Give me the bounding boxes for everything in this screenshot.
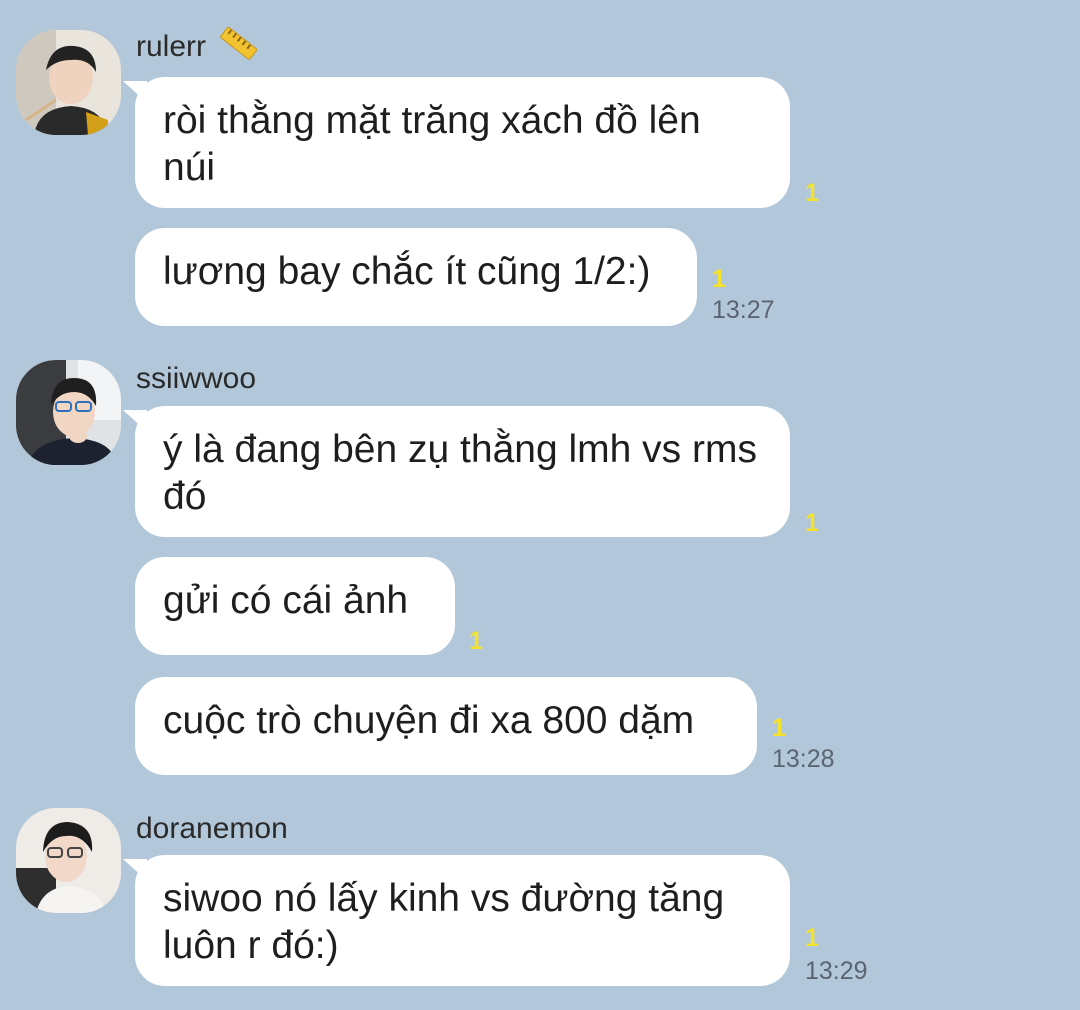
unread-count: 1 <box>805 179 819 207</box>
unread-count: 1 <box>772 714 786 742</box>
sender-name-ssiiwwoo: ssiiwwoo <box>136 362 256 396</box>
message-text: lương bay chắc ít cũng 1/2:) <box>163 250 651 293</box>
avatar-doranemon-image <box>16 808 121 913</box>
sender-name-doranemon: doranemon <box>136 812 288 846</box>
message-bubble[interactable]: gửi có cái ảnh <box>135 557 455 655</box>
message-bubble[interactable]: cuộc trò chuyện đi xa 800 dặm <box>135 677 757 775</box>
sender-name-rulerr: rulerr <box>136 26 258 64</box>
message-time: 13:28 <box>772 745 835 773</box>
unread-count: 1 <box>712 265 726 293</box>
message-bubble[interactable]: ý là đang bên zụ thằng lmh vs rms đó <box>123 406 790 537</box>
avatar-rulerr-image <box>16 30 121 135</box>
message-bubble[interactable]: ròi thằng mặt trăng xách đồ lên núi <box>123 77 790 208</box>
message-time: 13:29 <box>805 957 868 985</box>
message-text: cuộc trò chuyện đi xa 800 dặm <box>163 699 695 742</box>
message-text: siwoo nó lấy kinh vs đường tăng luôn r đ… <box>163 877 725 967</box>
ruler-emoji-icon <box>219 26 258 61</box>
sender-name-text: doranemon <box>136 812 288 845</box>
unread-count: 1 <box>805 924 819 952</box>
message-text: ý là đang bên zụ thằng lmh vs rms đó <box>163 428 757 518</box>
sender-name-text: rulerr <box>136 30 207 63</box>
avatar-ssiiwwoo-image <box>16 360 121 465</box>
message-bubble[interactable]: lương bay chắc ít cũng 1/2:) <box>135 228 697 326</box>
unread-count: 1 <box>805 509 819 537</box>
message-text: ròi thằng mặt trăng xách đồ lên núi <box>163 99 701 189</box>
avatar-rulerr[interactable] <box>16 30 121 135</box>
message-bubble[interactable]: siwoo nó lấy kinh vs đường tăng luôn r đ… <box>123 855 790 986</box>
avatar-ssiiwwoo[interactable] <box>16 360 121 465</box>
sender-name-text: ssiiwwoo <box>136 362 257 395</box>
unread-count: 1 <box>469 627 483 655</box>
message-text: gửi có cái ảnh <box>163 579 409 622</box>
message-time: 13:27 <box>712 296 775 324</box>
avatar-doranemon[interactable] <box>16 808 121 913</box>
